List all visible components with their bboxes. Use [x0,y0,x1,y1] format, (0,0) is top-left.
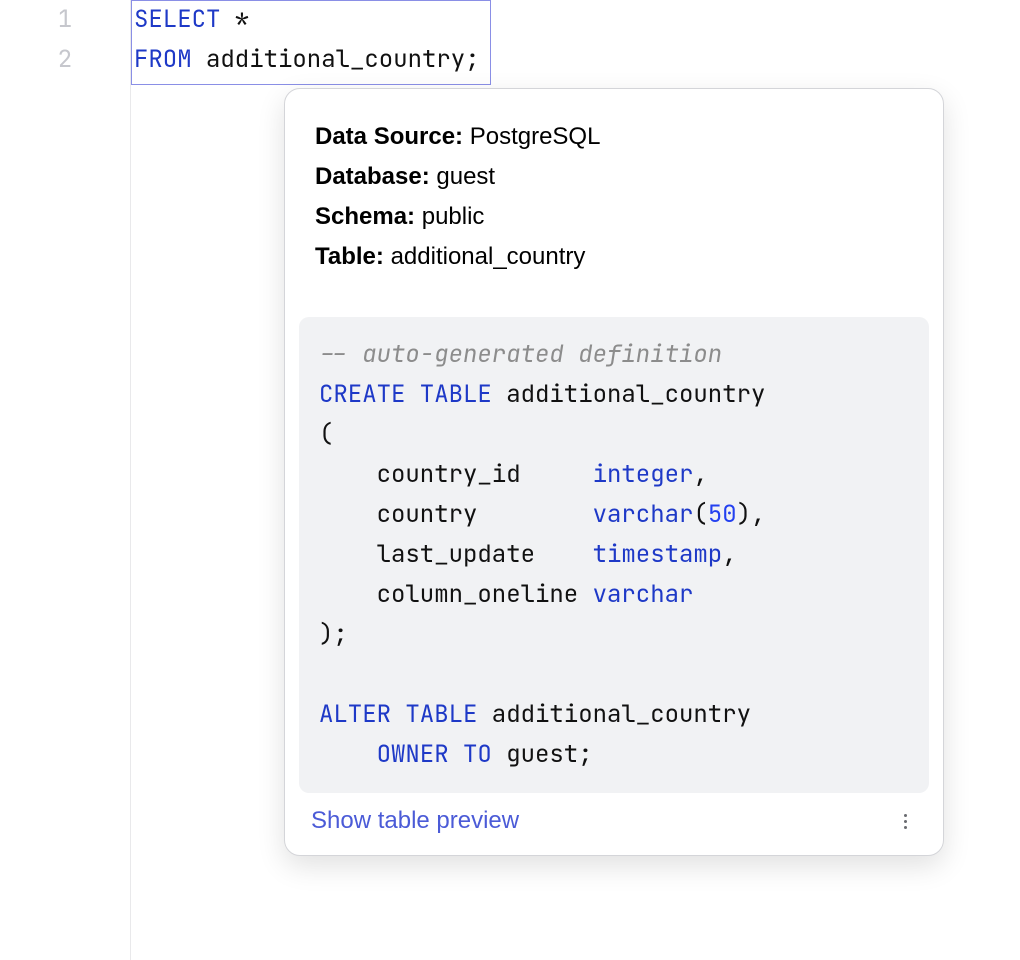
keyword-alter-table: ALTER TABLE [319,699,477,730]
quick-doc-popup[interactable]: Data Source: PostgreSQL Database: guest … [284,88,944,856]
line-number: 1 [0,0,130,40]
more-options-icon[interactable] [893,809,917,833]
label-data-source: Data Source: [315,123,463,150]
type-integer: integer [593,459,694,490]
column-name: last_update [319,539,593,570]
column-name: column_oneline [319,579,593,610]
sql-comment: -- auto-generated definition [319,339,722,370]
punct-open-paren: ( [693,499,707,530]
ddl-table-name: additional_country [477,699,751,730]
table-identifier: additional_country [192,44,466,75]
table-metadata: Data Source: PostgreSQL Database: guest … [285,117,943,317]
ddl-table-name: additional_country [492,379,766,410]
gutter-separator [130,0,131,960]
indent [319,739,377,770]
code-line[interactable]: FROM additional_country; [134,40,1020,80]
owner-name: guest [492,739,578,770]
punct-semicolon: ; [578,739,592,770]
punct-comma: , [693,459,707,490]
code-area[interactable]: SELECT * FROM additional_country; [134,0,1020,80]
keyword-from: FROM [134,44,192,75]
keyword-select: SELECT [134,4,220,35]
code-line[interactable]: SELECT * [134,0,1020,40]
label-schema: Schema: [315,203,415,230]
punct-comma: , [722,539,736,570]
keyword-owner-to: OWNER TO [377,739,492,770]
punct-close-paren-semi: ); [319,619,348,650]
label-database: Database: [315,163,430,190]
punct-comma: , [751,499,765,530]
label-table: Table: [315,243,384,270]
column-name: country [319,499,593,530]
punct-close-paren: ) [737,499,751,530]
column-name: country_id [319,459,593,490]
line-number: 2 [0,40,130,80]
value-database: guest [430,163,495,190]
code-text: * [220,4,249,35]
type-varchar: varchar [593,499,694,530]
sql-editor[interactable]: 1 2 SELECT * FROM additional_country; Da… [0,0,1020,960]
punct-semicolon: ; [465,44,479,75]
line-number-gutter: 1 2 [0,0,130,80]
show-table-preview-link[interactable]: Show table preview [311,807,519,835]
value-schema: public [415,203,484,230]
tooltip-footer: Show table preview [285,793,943,835]
value-table: additional_country [384,243,585,270]
type-varchar: varchar [593,579,694,610]
punct-open-paren: ( [319,419,333,450]
type-timestamp: timestamp [593,539,723,570]
keyword-create-table: CREATE TABLE [319,379,492,410]
value-data-source: PostgreSQL [463,123,600,150]
size-literal: 50 [708,499,737,530]
ddl-definition-block: -- auto-generated definition CREATE TABL… [299,317,929,793]
